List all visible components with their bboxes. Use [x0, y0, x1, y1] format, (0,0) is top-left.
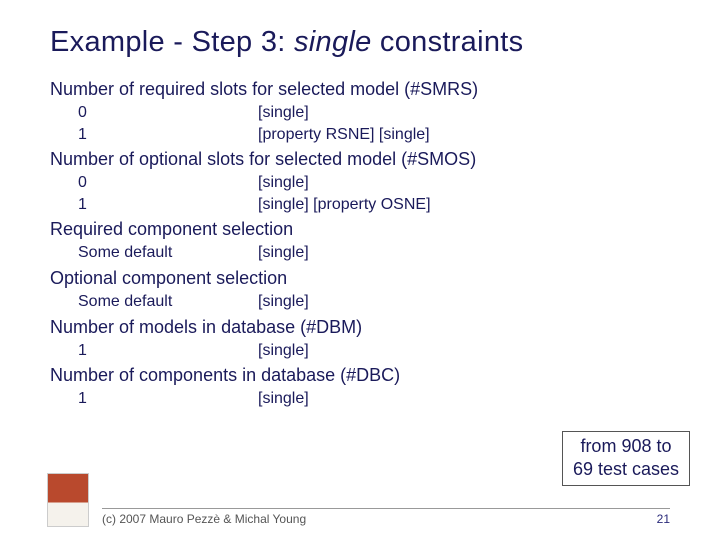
table-row: 1 [single] [property OSNE]: [78, 194, 670, 216]
row-key: 1: [78, 340, 258, 362]
table-row: Some default [single]: [78, 291, 670, 313]
row-val: [single]: [258, 102, 670, 124]
copyright-text: (c) 2007 Mauro Pezzè & Michal Young: [102, 512, 306, 526]
table-row: 1 [single]: [78, 388, 670, 410]
row-val: [property RSNE] [single]: [258, 124, 670, 146]
footer: (c) 2007 Mauro Pezzè & Michal Young 21: [0, 474, 720, 526]
row-key: Some default: [78, 291, 258, 313]
section-heading-dbc: Number of components in database (#DBC): [50, 365, 670, 386]
row-val: [single]: [258, 242, 670, 264]
row-val: [single]: [258, 291, 670, 313]
page-number: 21: [657, 512, 670, 526]
row-key: Some default: [78, 242, 258, 264]
row-val: [single]: [258, 388, 670, 410]
row-val: [single]: [258, 172, 670, 194]
row-key: 0: [78, 102, 258, 124]
row-val: [single]: [258, 340, 670, 362]
title-italic: single: [294, 26, 380, 58]
section-heading-smrs: Number of required slots for selected mo…: [50, 79, 670, 100]
table-row: 0 [single]: [78, 102, 670, 124]
row-key: 1: [78, 388, 258, 410]
slide-title: Example - Step 3: single constraints: [50, 26, 670, 59]
table-row: 1 [property RSNE] [single]: [78, 124, 670, 146]
table-row: 1 [single]: [78, 340, 670, 362]
table-row: 0 [single]: [78, 172, 670, 194]
section-heading-reqcomp: Required component selection: [50, 219, 670, 240]
title-suffix: constraints: [380, 26, 524, 58]
section-heading-optcomp: Optional component selection: [50, 268, 670, 289]
section-heading-dbm: Number of models in database (#DBM): [50, 317, 670, 338]
row-val: [single] [property OSNE]: [258, 194, 670, 216]
row-key: 0: [78, 172, 258, 194]
table-row: Some default [single]: [78, 242, 670, 264]
row-key: 1: [78, 194, 258, 216]
row-key: 1: [78, 124, 258, 146]
book-cover-thumb: [48, 474, 88, 526]
callout-line1: from 908 to: [573, 435, 679, 458]
slide: Example - Step 3: single constraints Num…: [0, 0, 720, 410]
section-heading-smos: Number of optional slots for selected mo…: [50, 149, 670, 170]
footer-line: (c) 2007 Mauro Pezzè & Michal Young 21: [102, 508, 670, 526]
title-prefix: Example - Step 3:: [50, 26, 294, 58]
